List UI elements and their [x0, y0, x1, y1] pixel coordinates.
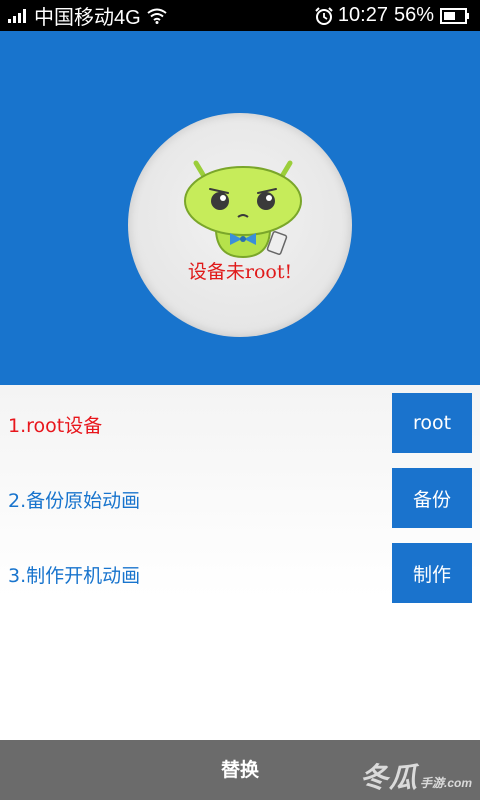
step-row-backup: 2.备份原始动画 备份	[0, 468, 480, 534]
battery-icon	[440, 7, 469, 24]
make-button[interactable]: 制作	[392, 543, 472, 603]
step-row-make: 3.制作开机动画 制作	[0, 543, 480, 609]
header-banner: 设备未root!	[0, 31, 480, 385]
carrier-label: 中国移动4G	[34, 7, 141, 29]
status-left: 中国移动4G	[8, 0, 167, 31]
backup-button[interactable]: 备份	[392, 468, 472, 528]
bottom-bar: 替换 冬瓜 手游.com	[0, 740, 480, 800]
status-right: 10:27 56%	[314, 0, 470, 31]
android-mascot-icon	[184, 160, 302, 259]
wifi-icon	[147, 8, 167, 24]
signal-icon	[8, 8, 26, 23]
root-button[interactable]: root	[392, 393, 472, 453]
clock: 10:27	[337, 4, 388, 26]
avatar: 设备未root!	[128, 113, 352, 337]
alarm-icon	[315, 6, 333, 25]
step-label-root: 1.root设备	[8, 415, 103, 437]
watermark-sub: 手游.com	[419, 776, 472, 790]
status-bar: 中国移动4G 10:27 56%	[0, 0, 480, 31]
battery-percent: 56%	[393, 4, 434, 26]
step-label-backup: 2.备份原始动画	[8, 490, 141, 512]
app-screen: 中国移动4G 10:27 56% 设备未root! 1.root设备 root …	[0, 0, 480, 800]
watermark-logo: 冬瓜 手游.com	[360, 756, 472, 796]
step-row-root: 1.root设备 root	[0, 393, 480, 459]
watermark-main: 冬瓜	[359, 762, 418, 793]
step-label-make: 3.制作开机动画	[8, 565, 141, 587]
steps-panel: 1.root设备 root 2.备份原始动画 备份 3.制作开机动画 制作	[0, 385, 480, 740]
root-status-text: 设备未root!	[187, 261, 293, 283]
